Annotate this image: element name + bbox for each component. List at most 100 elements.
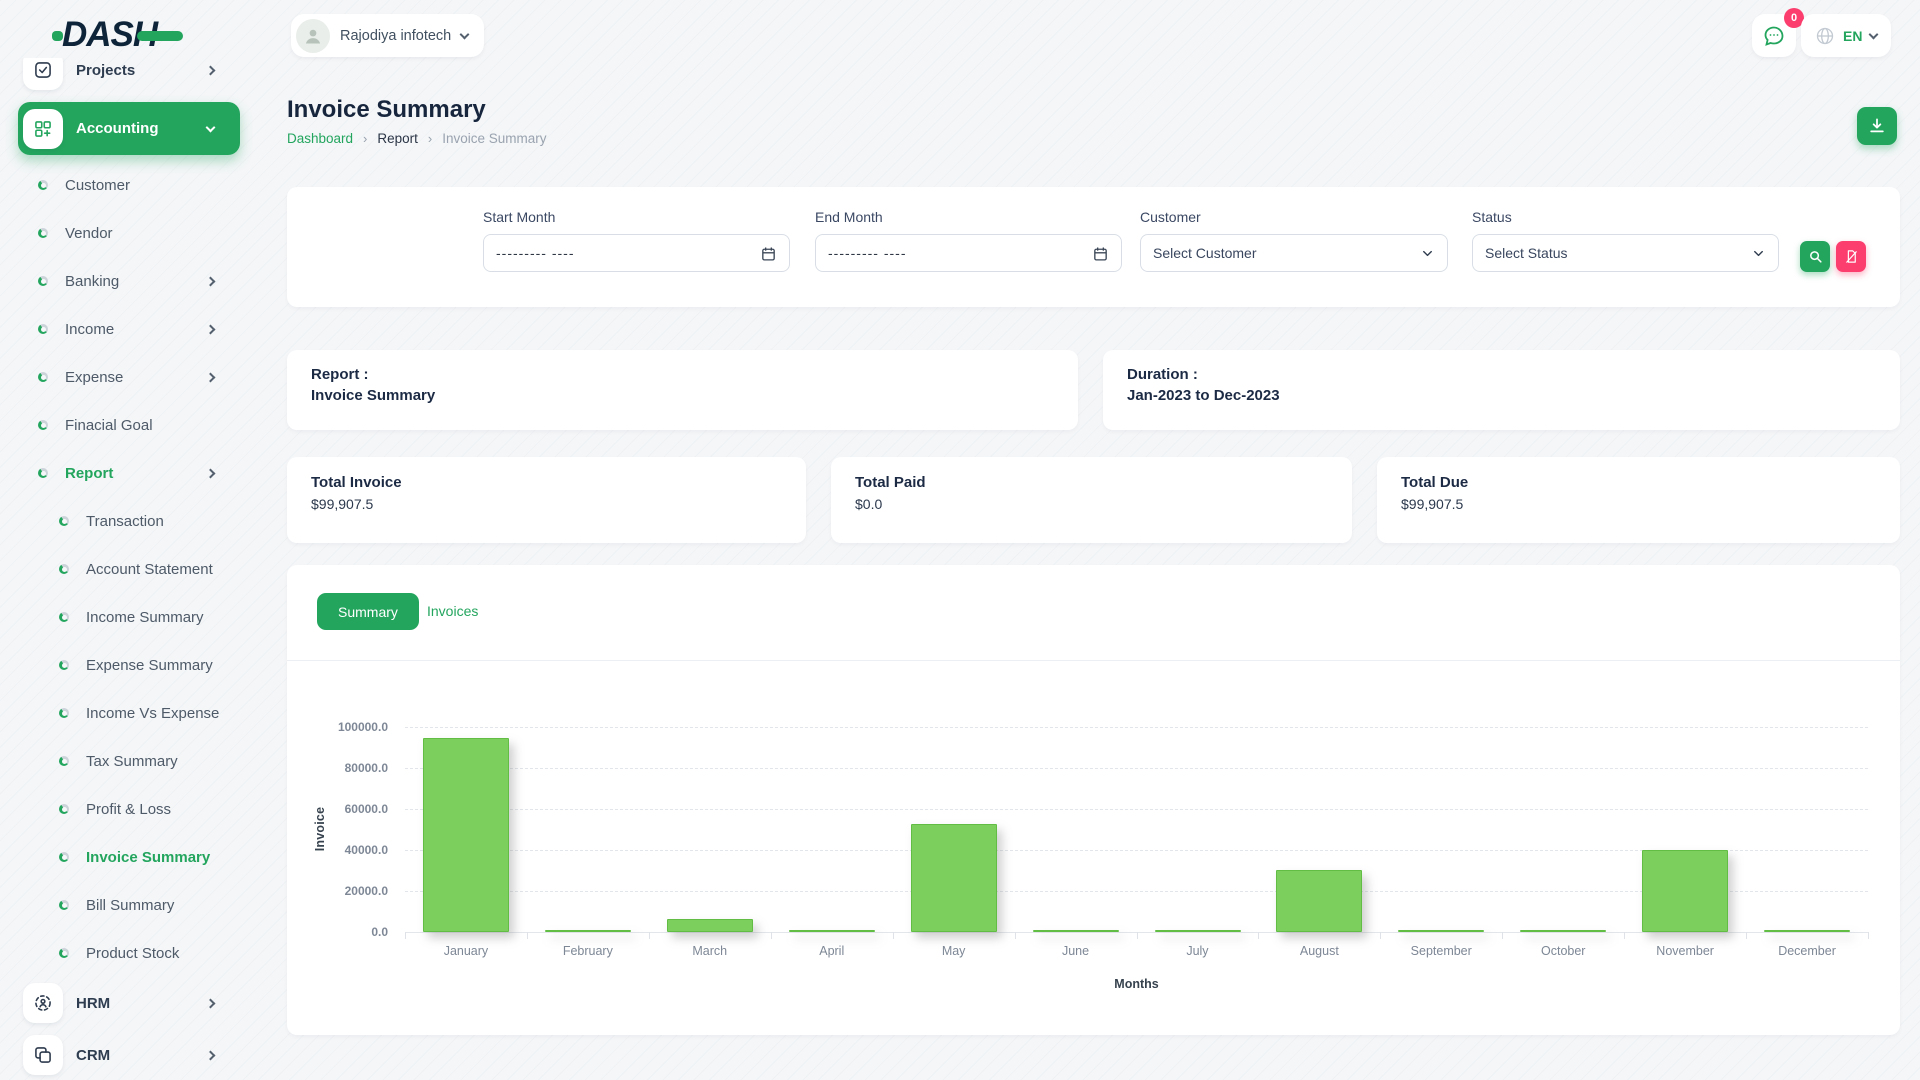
- stat-value: $0.0: [855, 496, 1328, 512]
- sidebar-item-product-stock[interactable]: Product Stock: [18, 929, 240, 977]
- stat-card-total-due: Total Due$99,907.5: [1377, 457, 1900, 543]
- bar-january: [423, 738, 509, 932]
- status-select[interactable]: Select Status: [1472, 234, 1779, 272]
- tab-summary[interactable]: Summary: [317, 593, 419, 630]
- bar-july: [1155, 930, 1241, 932]
- start-month-input[interactable]: --------- ----: [483, 234, 790, 272]
- bullet-icon: [59, 756, 69, 766]
- tab-invoices[interactable]: Invoices: [427, 603, 478, 619]
- chevron-down-icon: [1869, 29, 1879, 39]
- sidebar-item-label: Product Stock: [86, 945, 179, 962]
- file-off-icon: [1844, 249, 1859, 264]
- bullet-icon: [59, 708, 69, 718]
- sidebar-item-label: Customer: [65, 177, 130, 194]
- bar-december: [1764, 930, 1850, 932]
- sidebar-item-bill-summary[interactable]: Bill Summary: [18, 881, 240, 929]
- axis-tick: [1137, 932, 1138, 939]
- start-month-label: Start Month: [483, 209, 790, 225]
- axis-tick: [1380, 932, 1381, 939]
- sidebar-item-expense[interactable]: Expense: [18, 353, 240, 401]
- sidebar-item-income[interactable]: Income: [18, 305, 240, 353]
- sidebar-item-label: Vendor: [65, 225, 113, 242]
- company-name: Rajodiya infotech: [340, 28, 451, 44]
- sidebar-item-finacial-goal[interactable]: Finacial Goal: [18, 401, 240, 449]
- sidebar-item-label: HRM: [76, 995, 110, 1012]
- sidebar-item-vendor[interactable]: Vendor: [18, 209, 240, 257]
- axis-tick: [1502, 932, 1503, 939]
- chevron-right-icon: [206, 468, 216, 478]
- x-tick-label: December: [1746, 944, 1868, 958]
- chevron-down-icon: [1420, 246, 1435, 261]
- bar-march: [667, 919, 753, 932]
- sidebar-item-label: Expense: [65, 369, 123, 386]
- sidebar-item-report[interactable]: Report: [18, 449, 240, 497]
- breadcrumb-item-dashboard[interactable]: Dashboard: [287, 131, 353, 146]
- stat-card-total-paid: Total Paid $0.0: [831, 457, 1352, 543]
- sidebar-item-customer[interactable]: Customer: [18, 161, 240, 209]
- bullet-icon: [59, 804, 69, 814]
- app-logo[interactable]: DASH: [62, 14, 157, 56]
- y-axis-title: Invoice: [313, 807, 327, 851]
- calendar-icon: [1092, 245, 1109, 262]
- chevron-right-icon: [206, 324, 216, 334]
- axis-tick: [1258, 932, 1259, 939]
- stat-label: Total Paid: [855, 474, 1328, 491]
- sidebar-item-label: Income: [65, 321, 114, 338]
- axis-tick: [771, 932, 772, 939]
- chat-button[interactable]: 0: [1752, 14, 1796, 57]
- language-selector[interactable]: EN: [1801, 14, 1891, 57]
- page-title: Invoice Summary: [287, 96, 486, 124]
- axis-tick: [649, 932, 650, 939]
- breadcrumb-item-report[interactable]: Report: [377, 131, 418, 146]
- sidebar-item-profit-loss[interactable]: Profit & Loss: [18, 785, 240, 833]
- sidebar-item-account-statement[interactable]: Account Statement: [18, 545, 240, 593]
- sidebar-item-hrm[interactable]: HRM: [18, 977, 240, 1029]
- sidebar-item-accounting[interactable]: Accounting: [18, 102, 240, 155]
- calendar-icon: [760, 245, 777, 262]
- x-tick-label: May: [893, 944, 1015, 958]
- stat-label: Total Invoice: [311, 474, 782, 491]
- sidebar-item-banking[interactable]: Banking: [18, 257, 240, 305]
- sidebar-item-projects[interactable]: Projects: [18, 58, 240, 96]
- bar-september: [1398, 930, 1484, 932]
- sidebar-item-invoice-summary[interactable]: Invoice Summary: [18, 833, 240, 881]
- sidebar-item-income-vs-expense[interactable]: Income Vs Expense: [18, 689, 240, 737]
- company-selector[interactable]: Rajodiya infotech: [291, 14, 484, 57]
- apply-filter-button[interactable]: [1800, 241, 1830, 272]
- sidebar-item-tax-summary[interactable]: Tax Summary: [18, 737, 240, 785]
- chevron-right-icon: [206, 65, 216, 75]
- x-tick-label: February: [527, 944, 649, 958]
- sidebar-item-label: CRM: [76, 1047, 110, 1064]
- chevron-down-icon: [460, 29, 470, 39]
- sidebar-item-label: Projects: [76, 62, 135, 79]
- customer-select[interactable]: Select Customer: [1140, 234, 1448, 272]
- axis-tick: [405, 932, 406, 939]
- chevron-down-icon: [1751, 246, 1766, 261]
- bullet-icon: [38, 420, 48, 430]
- bar-april: [789, 930, 875, 932]
- x-tick-label: September: [1380, 944, 1502, 958]
- sidebar-item-transaction[interactable]: Transaction: [18, 497, 240, 545]
- x-tick-label: October: [1502, 944, 1624, 958]
- y-tick-label: 20000.0: [304, 883, 388, 899]
- x-tick-label: January: [405, 944, 527, 958]
- y-tick-label: 80000.0: [304, 760, 388, 776]
- duration-info-card: Duration : Jan-2023 to Dec-2023: [1103, 350, 1900, 430]
- bullet-icon: [38, 180, 48, 190]
- bullet-icon: [38, 324, 48, 334]
- x-tick-label: July: [1137, 944, 1259, 958]
- duration-label: Duration :: [1127, 366, 1876, 383]
- sidebar-item-label: Banking: [65, 273, 119, 290]
- bullet-icon: [38, 276, 48, 286]
- sidebar-item-expense-summary[interactable]: Expense Summary: [18, 641, 240, 689]
- bullet-icon: [38, 228, 48, 238]
- chevron-right-icon: [206, 1050, 216, 1060]
- breadcrumb: Dashboard›Report›Invoice Summary: [287, 131, 547, 146]
- download-button[interactable]: [1857, 107, 1897, 145]
- end-month-input[interactable]: --------- ----: [815, 234, 1122, 272]
- sidebar-item-income-summary[interactable]: Income Summary: [18, 593, 240, 641]
- end-month-label: End Month: [815, 209, 1122, 225]
- reset-filter-button[interactable]: [1836, 241, 1866, 272]
- axis-tick: [1624, 932, 1625, 939]
- sidebar-item-crm[interactable]: CRM: [18, 1029, 240, 1080]
